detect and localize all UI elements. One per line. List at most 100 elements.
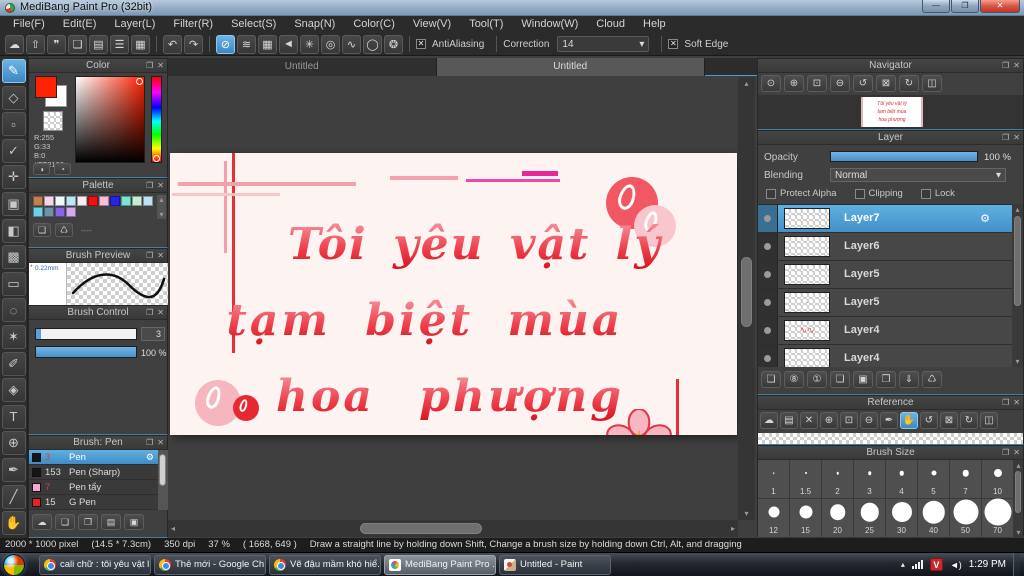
popout-icon[interactable]: ❐ (146, 249, 153, 263)
menu-item[interactable]: Help (634, 16, 675, 33)
taskbar-item[interactable]: MediBang Paint Pro ... (384, 554, 496, 575)
layer-row[interactable]: · Layer5 ⚙ (758, 289, 1012, 317)
zoom-in-icon[interactable]: ⊕ (820, 412, 838, 429)
show-desktop-button[interactable] (1013, 552, 1020, 576)
scroll-down-icon[interactable]: ▾ (1014, 528, 1023, 537)
menu-item[interactable]: Select(S) (222, 16, 285, 33)
lock-checkbox[interactable] (920, 188, 931, 199)
eraser-tool[interactable]: ◇ (1, 85, 26, 110)
close-icon[interactable]: ✕ (1013, 446, 1020, 460)
layer-scrollbar[interactable]: ▴ ▾ (1012, 204, 1023, 367)
clear-reference-icon[interactable]: ✕ (800, 412, 818, 429)
flip-horizontal-icon[interactable]: ◫ (922, 75, 942, 92)
brush-size-slider[interactable] (35, 328, 137, 340)
palette-swatch[interactable] (54, 195, 65, 206)
fit-window-icon[interactable]: ⊡ (807, 75, 827, 92)
new-layer-icon[interactable]: ❏ (761, 371, 781, 388)
select-tool[interactable]: ▭ (1, 271, 26, 296)
scroll-left-icon[interactable]: ◂ (171, 524, 175, 533)
scroll-up-icon[interactable]: ▴ (1014, 461, 1023, 470)
popout-icon[interactable]: ❐ (146, 306, 153, 320)
brush-size-cell[interactable]: 3 (854, 460, 886, 499)
brush-folder-icon[interactable]: ▣ (124, 514, 144, 530)
redo-icon[interactable]: ↷ (184, 34, 203, 54)
duplicate-layer-icon[interactable]: ❐ (876, 371, 896, 388)
hue-slider[interactable] (151, 76, 162, 163)
brush-size-value-box[interactable]: 3 (141, 327, 165, 341)
brush-size-cell[interactable]: 25 (854, 499, 886, 538)
gear-icon[interactable]: ⚙ (980, 212, 990, 225)
divide-tool[interactable]: ╱ (1, 484, 26, 509)
brush-size-cell[interactable]: 4 (886, 460, 918, 499)
palette-swatch[interactable] (109, 195, 120, 206)
eyedropper-icon[interactable]: ✒ (880, 412, 898, 429)
close-icon[interactable]: ✕ (157, 249, 164, 263)
snap-settings-icon[interactable]: ❂ (384, 34, 403, 54)
new-folder-icon[interactable]: ▣ (853, 371, 873, 388)
snap-ellipse-icon[interactable]: ◯ (363, 34, 382, 54)
merge-down-icon[interactable]: ⇓ (899, 371, 919, 388)
scroll-right-icon[interactable]: ▸ (731, 524, 735, 533)
palette-swatch[interactable] (76, 195, 87, 206)
volume-icon[interactable]: ◄) (950, 560, 962, 570)
brush-size-cell[interactable]: 12 (758, 499, 790, 538)
brush-size-scrollbar[interactable]: ▴ ▾ (1014, 460, 1023, 538)
save-brush-icon[interactable]: ❐ (78, 514, 98, 530)
palette-swatch[interactable] (32, 206, 43, 217)
correction-dropdown[interactable]: 14 ▾ (557, 36, 650, 52)
soft-edge-checkbox[interactable]: ✕ (668, 39, 679, 49)
layer-visibility-icon[interactable] (764, 215, 771, 222)
blending-dropdown[interactable]: Normal ▾ (830, 168, 1006, 182)
bucket-tool[interactable]: ◧ (1, 218, 26, 243)
close-icon[interactable]: ✕ (157, 436, 164, 450)
brush-size-cell[interactable]: 1 (758, 460, 790, 499)
publish-icon[interactable]: ⇧ (26, 34, 45, 54)
scroll-up-icon[interactable]: ▴ (738, 79, 755, 88)
snap-vanishing-icon[interactable]: ◄ (279, 34, 298, 54)
clock[interactable]: 1:29 PM (969, 559, 1006, 570)
snap-off-icon[interactable]: ⊘ (216, 34, 235, 54)
zoom-out-icon[interactable]: ⊖ (830, 75, 850, 92)
hidden-icons-icon[interactable]: ▴ (901, 560, 905, 569)
scroll-up-icon[interactable]: ▴ (1012, 205, 1023, 214)
brush-size-cell[interactable]: 10 (982, 460, 1014, 499)
magic-wand-tool[interactable]: ✶ (1, 324, 26, 349)
snap-radial-icon[interactable]: ✳ (300, 34, 319, 54)
layer-visibility-icon[interactable] (764, 243, 771, 250)
layer-visibility-icon[interactable] (764, 355, 771, 362)
brush-size-cell[interactable]: 15 (790, 499, 822, 538)
close-icon[interactable]: ✕ (1013, 59, 1020, 73)
text-tool[interactable]: T (1, 404, 26, 429)
brush-size-cell[interactable]: 7 (950, 460, 982, 499)
gradient-tool[interactable]: ▩ (1, 245, 26, 270)
close-icon[interactable]: ✕ (157, 179, 164, 193)
snap-concentric-icon[interactable]: ◎ (321, 34, 340, 54)
unikey-icon[interactable]: V (929, 558, 943, 571)
popout-icon[interactable]: ❐ (1002, 396, 1009, 410)
curve-snap-tool[interactable]: ✓ (1, 138, 26, 163)
restore-button[interactable]: ❐ (951, 0, 979, 13)
form-icon[interactable]: ▦ (131, 34, 150, 54)
vertical-scrollbar[interactable]: ▴ ▾ (738, 77, 755, 520)
taskbar-item[interactable]: Thẻ mới - Google Ch... (154, 554, 266, 575)
zoom-in-icon[interactable]: ⊕ (784, 75, 804, 92)
zoom-actual-icon[interactable]: ⊙ (761, 75, 781, 92)
taskbar-item[interactable]: Vẽ đậu mầm khó hiể... (269, 554, 381, 575)
cloud-brush-icon[interactable]: ☁ (32, 514, 52, 530)
taskbar-item[interactable]: cali chữ : tôi yêu vật l... (39, 554, 151, 575)
close-button[interactable]: ✕ (980, 0, 1020, 13)
open-folder-icon[interactable]: ▤ (780, 412, 798, 429)
protect-alpha-checkbox[interactable] (766, 188, 776, 199)
new-1bit-layer-icon[interactable]: ① (807, 371, 827, 388)
brush-size-cell[interactable]: 30 (886, 499, 918, 538)
rotate-ccw-icon[interactable]: ↺ (920, 412, 938, 429)
menu-item[interactable]: Edit(E) (54, 16, 106, 33)
popout-icon[interactable]: ❐ (146, 59, 153, 73)
hand-tool[interactable]: ✋ (1, 511, 26, 536)
palette-swatch[interactable] (142, 195, 153, 206)
palette-swatch[interactable] (131, 195, 142, 206)
comment-icon[interactable]: ❞ (47, 34, 66, 54)
antialiasing-checkbox[interactable]: ✕ (416, 39, 426, 49)
scroll-down-icon[interactable]: ▾ (1012, 357, 1023, 366)
menu-item[interactable]: Snap(N) (285, 16, 344, 33)
